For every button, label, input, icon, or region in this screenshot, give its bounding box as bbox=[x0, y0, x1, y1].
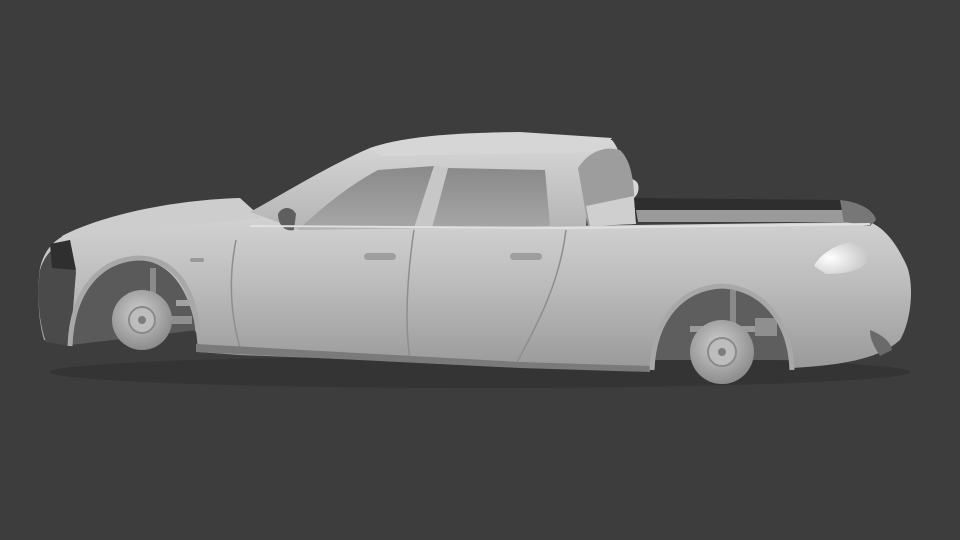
rear-door-handle bbox=[510, 253, 542, 260]
roof-top bbox=[370, 132, 612, 156]
car-render-image bbox=[38, 132, 912, 388]
render-viewport bbox=[0, 0, 960, 540]
rear-wheel-hub bbox=[690, 320, 754, 384]
front-wheel-hub bbox=[112, 290, 172, 350]
rear-side-window bbox=[432, 168, 550, 228]
front-door-handle bbox=[364, 253, 396, 260]
truck-bed-rail bbox=[636, 210, 844, 222]
side-marker bbox=[190, 258, 204, 262]
